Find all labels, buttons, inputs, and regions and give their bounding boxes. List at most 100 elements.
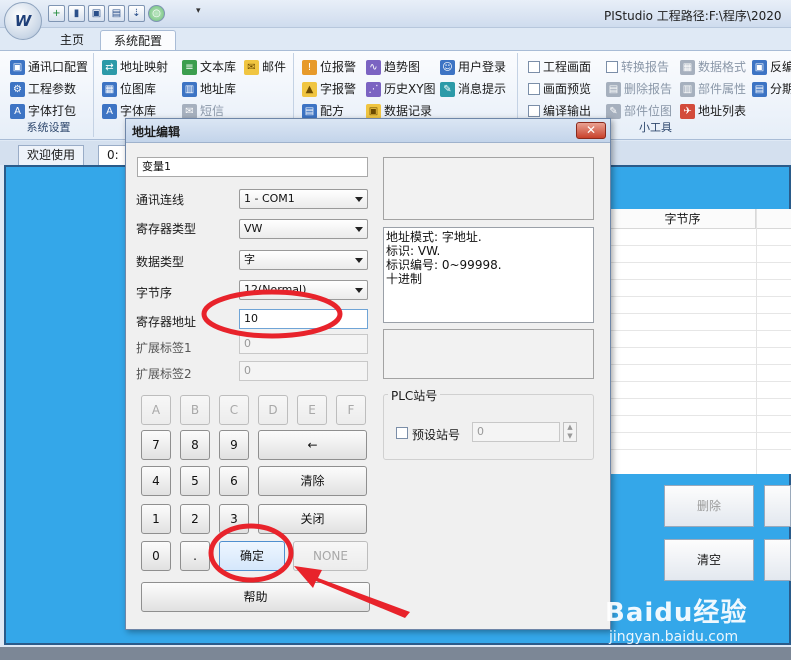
refresh-icon[interactable]: ○ xyxy=(148,5,165,22)
close-button[interactable]: 关闭 xyxy=(258,504,367,534)
ribbon-item-part-bitmap[interactable]: ✎ 部件位图 xyxy=(606,101,672,121)
comm-link-select[interactable]: 1 - COM1 xyxy=(239,189,368,209)
screen-preview-checkbox[interactable] xyxy=(528,83,540,95)
table-row[interactable] xyxy=(610,365,791,382)
ribbon-item-installment[interactable]: ▤ 分期 xyxy=(752,79,791,99)
key-9[interactable]: 9 xyxy=(219,430,249,460)
print-icon[interactable]: ▤ xyxy=(108,5,125,22)
qat-dropdown-icon[interactable]: ▾ xyxy=(196,6,201,16)
table-row[interactable] xyxy=(610,399,791,416)
key-5[interactable]: 5 xyxy=(180,466,210,496)
confirm-button[interactable]: 确定 xyxy=(219,541,285,571)
group-caption: 系统设置 xyxy=(26,121,71,134)
key-dot[interactable]: . xyxy=(180,541,210,571)
key-0[interactable]: 0 xyxy=(141,541,171,571)
help-button[interactable]: 帮助 xyxy=(141,582,370,612)
table-row[interactable] xyxy=(610,229,791,246)
station-number-spinner[interactable]: ▲ ▼ xyxy=(563,422,577,442)
delete-button[interactable]: 删除 xyxy=(664,485,754,527)
ribbon-item-part-properties[interactable]: ▥ 部件属性 xyxy=(680,79,746,99)
table-row[interactable] xyxy=(610,246,791,263)
spin-up-icon[interactable]: ▲ xyxy=(564,423,576,432)
ribbon-item-decompile[interactable]: ▣ 反编 xyxy=(752,57,791,77)
extension-tag2-input[interactable]: 0 xyxy=(239,361,368,381)
table-row[interactable] xyxy=(610,433,791,450)
table-row[interactable] xyxy=(610,348,791,365)
spin-down-icon[interactable]: ▼ xyxy=(564,432,576,441)
table-row[interactable] xyxy=(610,382,791,399)
convert-report-checkbox[interactable] xyxy=(606,61,618,73)
clear-button[interactable]: 清空 xyxy=(664,539,754,581)
key-b[interactable]: B xyxy=(180,395,210,425)
ribbon-item-project-params[interactable]: ⚙ 工程参数 xyxy=(10,79,76,99)
ribbon-item-address-library[interactable]: ▥ 地址库 xyxy=(182,79,236,99)
ribbon-item-bitmap-library[interactable]: ▦ 位图库 xyxy=(102,79,156,99)
tab-system-config[interactable]: 系统配置 xyxy=(100,30,176,51)
key-f[interactable]: F xyxy=(336,395,366,425)
ribbon-item-screen-preview[interactable]: 画面预览 xyxy=(528,79,591,99)
extension-tag1-input[interactable]: 0 xyxy=(239,334,368,354)
ribbon-item-address-mapping[interactable]: ⇄ 地址映射 xyxy=(102,57,168,77)
key-c[interactable]: C xyxy=(219,395,249,425)
ribbon-item-label: 删除报告 xyxy=(624,82,673,96)
ribbon-item-address-list[interactable]: ✈ 地址列表 xyxy=(680,101,746,121)
key-3[interactable]: 3 xyxy=(219,504,249,534)
ribbon-item-message-tip[interactable]: ✎ 消息提示 xyxy=(440,79,506,99)
open-file-icon[interactable]: ▮ xyxy=(68,5,85,22)
dialog-title-bar[interactable]: 地址编辑 ✕ xyxy=(126,119,610,143)
table-row[interactable] xyxy=(610,416,791,433)
ribbon-item-convert-report[interactable]: 转换报告 xyxy=(606,57,669,77)
ribbon-item-user-login[interactable]: ☺ 用户登录 xyxy=(440,57,506,77)
ribbon-item-project-screen[interactable]: 工程画面 xyxy=(528,57,591,77)
key-6[interactable]: 6 xyxy=(219,466,249,496)
ribbon-item-trend-chart[interactable]: ∿ 趋势图 xyxy=(366,57,420,77)
table-row[interactable] xyxy=(610,297,791,314)
register-address-input[interactable]: 10 xyxy=(239,309,368,329)
preset-station-checkbox[interactable] xyxy=(396,427,408,439)
project-screen-checkbox[interactable] xyxy=(528,61,540,73)
ribbon-item-history-xy[interactable]: ⋰ 历史XY图 xyxy=(366,79,436,99)
key-4[interactable]: 4 xyxy=(141,466,171,496)
ribbon-item-text-library[interactable]: ≡ 文本库 xyxy=(182,57,236,77)
comm-port-icon: ▣ xyxy=(10,59,25,75)
byte-order-select[interactable]: 12(Normal) xyxy=(239,280,368,300)
app-logo[interactable]: W xyxy=(4,2,42,40)
partial-button-top[interactable] xyxy=(764,485,791,527)
save-icon[interactable]: ▣ xyxy=(88,5,105,22)
close-icon[interactable]: ✕ xyxy=(576,122,606,139)
key-a[interactable]: A xyxy=(141,395,171,425)
ribbon-item-font-pack[interactable]: A 字体打包 xyxy=(10,101,76,121)
register-type-select[interactable]: VW xyxy=(239,219,368,239)
variable-name-input[interactable]: 变量1 xyxy=(137,157,368,177)
ribbon-item-data-format[interactable]: ▦ 数据格式 xyxy=(680,57,746,77)
ribbon-item-label: 工程画面 xyxy=(543,60,592,74)
ribbon-item-email[interactable]: ✉ 邮件 xyxy=(244,57,286,77)
station-number-input[interactable]: 0 xyxy=(472,422,560,442)
none-button[interactable]: NONE xyxy=(293,541,368,571)
key-7[interactable]: 7 xyxy=(141,430,171,460)
table-row[interactable] xyxy=(610,331,791,348)
tab-home[interactable]: 主页 xyxy=(50,30,94,51)
table-row[interactable] xyxy=(610,280,791,297)
key-2[interactable]: 2 xyxy=(180,504,210,534)
clear-input-button[interactable]: 清除 xyxy=(258,466,367,496)
ribbon-item-word-alarm[interactable]: ▲ 字报警 xyxy=(302,79,356,99)
backspace-button[interactable]: ← xyxy=(258,430,367,460)
ribbon-item-bit-alarm[interactable]: ! 位报警 xyxy=(302,57,356,77)
compile-output-checkbox[interactable] xyxy=(528,105,540,117)
tab-welcome[interactable]: 欢迎使用 xyxy=(18,145,85,165)
table-row[interactable] xyxy=(610,263,791,280)
data-type-select[interactable]: 字 xyxy=(239,250,368,270)
key-1[interactable]: 1 xyxy=(141,504,171,534)
ribbon-item-comm-port[interactable]: ▣ 通讯口配置 xyxy=(10,57,88,77)
quick-access-toolbar: + ▮ ▣ ▤ ⇣ ○ xyxy=(48,5,165,22)
table-row[interactable] xyxy=(610,314,791,331)
key-e[interactable]: E xyxy=(297,395,327,425)
partial-button-bottom[interactable] xyxy=(764,539,791,581)
ribbon-item-label: 位图库 xyxy=(120,82,157,96)
key-8[interactable]: 8 xyxy=(180,430,210,460)
download-icon[interactable]: ⇣ xyxy=(128,5,145,22)
key-d[interactable]: D xyxy=(258,395,288,425)
add-icon[interactable]: + xyxy=(48,5,65,22)
ribbon-item-delete-report[interactable]: ▤ 删除报告 xyxy=(606,79,672,99)
